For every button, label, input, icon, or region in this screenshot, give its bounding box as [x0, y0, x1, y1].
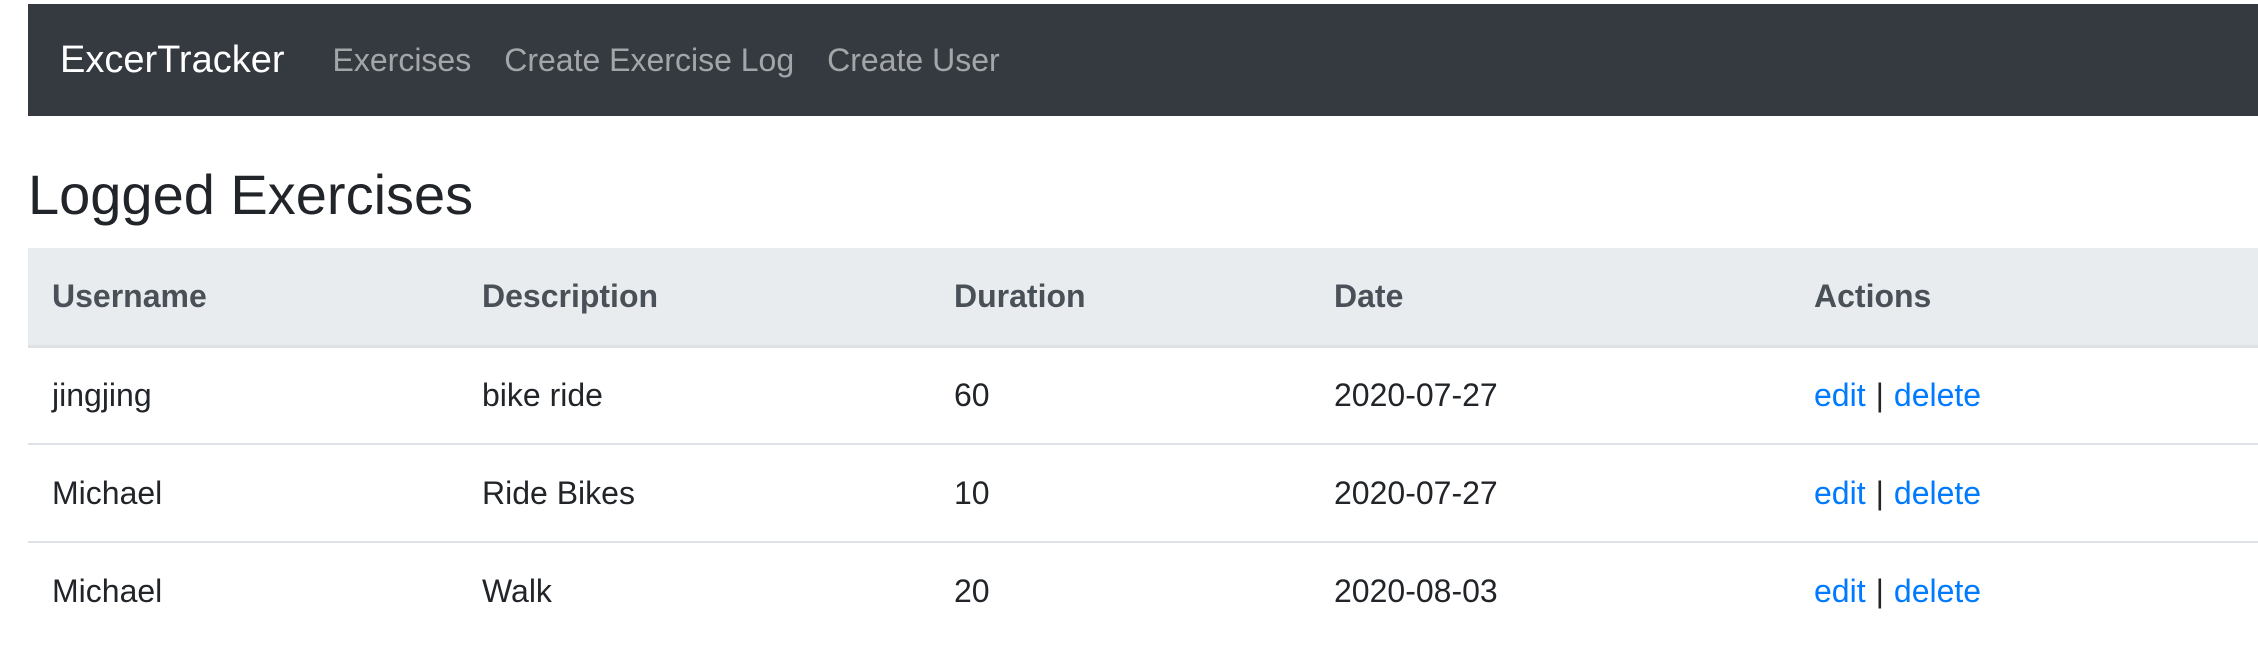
column-header-username: Username	[28, 248, 458, 348]
column-header-actions: Actions	[1790, 248, 2258, 348]
table-header: Username Description Duration Date Actio…	[28, 248, 2258, 348]
cell-username: jingjing	[52, 376, 152, 413]
column-header-description: Description	[458, 248, 930, 348]
nav-links: Exercises Create Exercise Log Create Use…	[333, 42, 1033, 79]
navbar: ExcerTracker Exercises Create Exercise L…	[28, 4, 2258, 116]
cell-duration: 10	[930, 443, 1310, 542]
cell-description: Walk	[458, 541, 930, 640]
cell-actions: edit | delete	[1790, 443, 2258, 542]
brand-link[interactable]: ExcerTracker	[60, 39, 285, 82]
cell-duration: 20	[930, 541, 1310, 640]
cell-date: 2020-08-03	[1310, 541, 1790, 640]
column-header-duration: Duration	[930, 248, 1310, 348]
cell-actions: edit | delete	[1790, 346, 2258, 444]
table-body: jingjing bike ride 60 2020-07-27 edit | de…	[28, 346, 2258, 640]
action-separator: |	[1875, 376, 1884, 413]
cell-username: Michael	[28, 443, 458, 542]
exercises-table: Username Description Duration Date Actio…	[28, 248, 2258, 640]
action-separator: |	[1875, 474, 1884, 511]
edit-link[interactable]: edit	[1814, 475, 1866, 511]
cell-description: Ride Bikes	[458, 443, 930, 542]
cell-date: 2020-07-27	[1310, 443, 1790, 542]
cell-duration: 60	[954, 376, 990, 413]
edit-link[interactable]: edit	[1814, 377, 1866, 413]
page-title: Logged Exercises	[28, 163, 474, 226]
cell-username: Michael	[28, 541, 458, 640]
cell-date: 2020-07-27	[1334, 376, 1498, 413]
edit-link[interactable]: edit	[1814, 573, 1866, 609]
nav-link-create-user[interactable]: Create User	[827, 42, 1000, 79]
cell-actions: edit | delete	[1790, 541, 2258, 640]
cell-description: bike ride	[482, 376, 603, 413]
delete-link[interactable]: delete	[1894, 377, 1981, 413]
nav-link-create-exercise-log[interactable]: Create Exercise Log	[504, 42, 794, 79]
delete-link[interactable]: delete	[1894, 573, 1981, 609]
table-row: jingjing bike ride 60 2020-07-27 edit | de…	[28, 346, 2258, 444]
nav-link-exercises[interactable]: Exercises	[333, 42, 472, 79]
table-header-row: Username Description Duration Date Actio…	[28, 248, 2258, 348]
table-row: Michael Ride Bikes 10 2020-07-27 edit | de…	[28, 443, 2258, 542]
table-row: Michael Walk 20 2020-08-03 edit | delete	[28, 541, 2258, 640]
action-separator: |	[1875, 573, 1884, 609]
app-root: ExcerTracker Exercises Create Exercise L…	[28, 4, 2258, 668]
delete-link[interactable]: delete	[1894, 475, 1981, 511]
column-header-date: Date	[1310, 248, 1790, 348]
